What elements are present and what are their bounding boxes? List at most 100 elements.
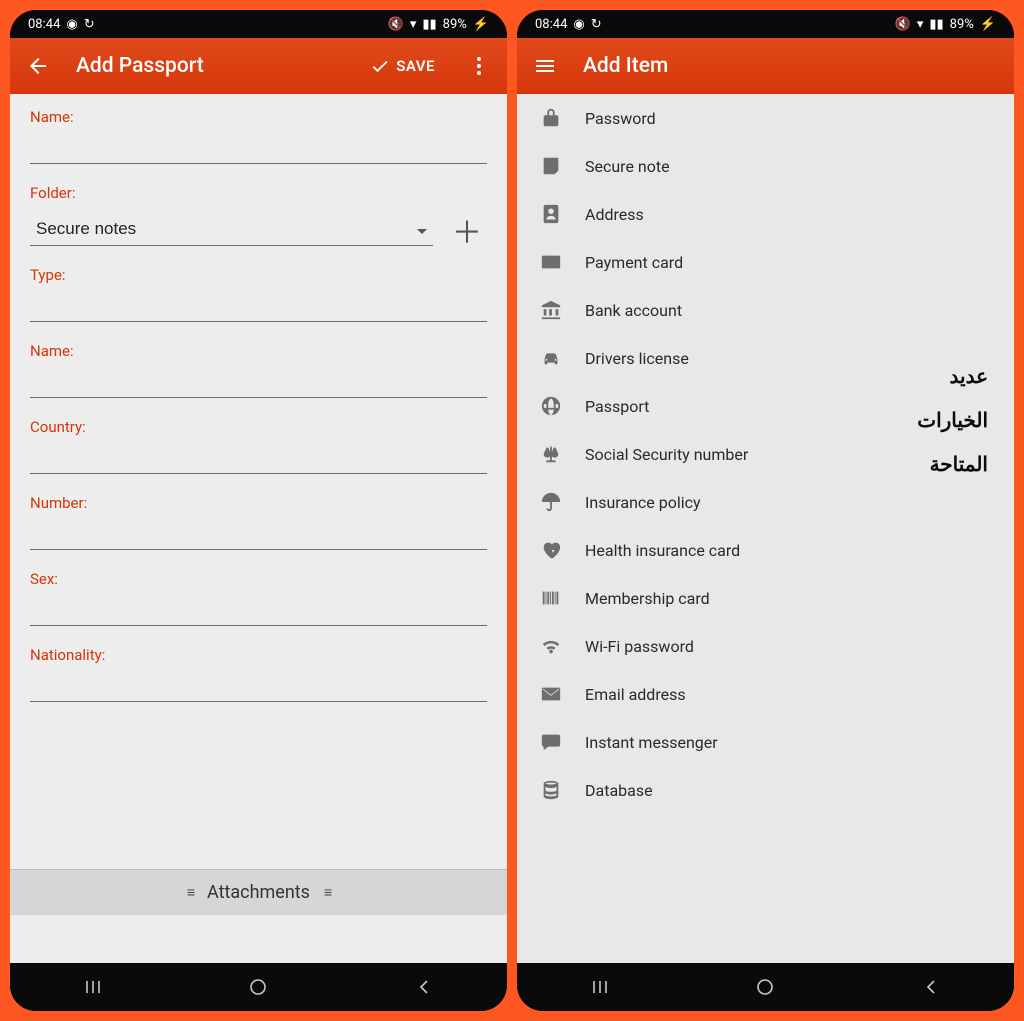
heartbeat-icon — [539, 538, 563, 562]
item-label: Email address — [585, 685, 686, 704]
country-label: Country: — [30, 418, 487, 436]
item-health-insurance-card[interactable]: Health insurance card — [517, 526, 1014, 574]
number-label: Number: — [30, 494, 487, 512]
name-input[interactable] — [30, 130, 487, 164]
note-icon — [539, 154, 563, 178]
scale-icon — [539, 442, 563, 466]
nav-back-button[interactable] — [901, 969, 961, 1005]
page-title: Add Item — [583, 54, 1006, 78]
folder-select[interactable] — [30, 212, 433, 246]
status-icon-wifi: ▾ — [410, 17, 417, 32]
bank-icon — [539, 298, 563, 322]
umbrella-icon — [539, 490, 563, 514]
type-input[interactable] — [30, 288, 487, 322]
nationality-label: Nationality: — [30, 646, 487, 664]
nav-back-button[interactable] — [394, 969, 454, 1005]
lock-icon — [539, 106, 563, 130]
status-time: 08:44 — [28, 17, 60, 32]
chat-icon — [539, 730, 563, 754]
attachments-label: Attachments — [207, 882, 310, 903]
item-label: Database — [585, 781, 653, 800]
item-label: Passport — [585, 397, 649, 416]
lines-icon: ≡ — [187, 884, 193, 901]
sex-input[interactable] — [30, 592, 487, 626]
item-label: Insurance policy — [585, 493, 701, 512]
item-payment-card[interactable]: Payment card — [517, 238, 1014, 286]
item-label: Bank account — [585, 301, 682, 320]
page-title: Add Passport — [76, 54, 346, 78]
phone-right: 08:44 ◉ ↻ 🔇 ▾ ▮▮ 89% ⚡ Add Item Password… — [517, 10, 1014, 1011]
status-time: 08:44 — [535, 17, 567, 32]
item-instant-messenger[interactable]: Instant messenger — [517, 718, 1014, 766]
nav-recent-button[interactable] — [63, 969, 123, 1005]
status-icon-mute: 🔇 — [895, 17, 911, 32]
status-icon-signal: ▮▮ — [422, 17, 436, 32]
status-battery: 89% — [950, 17, 974, 32]
item-wi-fi-password[interactable]: Wi-Fi password — [517, 622, 1014, 670]
status-icon-signal: ▮▮ — [929, 17, 943, 32]
type-label: Type: — [30, 266, 487, 284]
app-bar: Add Item — [517, 38, 1014, 94]
item-label: Instant messenger — [585, 733, 718, 752]
status-battery: 89% — [443, 17, 467, 32]
wifi-icon — [539, 634, 563, 658]
status-bar: 08:44 ◉ ↻ 🔇 ▾ ▮▮ 89% ⚡ — [517, 10, 1014, 38]
sex-label: Sex: — [30, 570, 487, 588]
save-button[interactable]: SAVE — [360, 56, 445, 76]
item-label: Secure note — [585, 157, 670, 176]
item-label: Membership card — [585, 589, 710, 608]
status-icon-charging: ⚡ — [980, 17, 996, 32]
folder-label: Folder: — [30, 184, 487, 202]
number-input[interactable] — [30, 516, 487, 550]
nationality-input[interactable] — [30, 668, 487, 702]
status-icon-sync: ↻ — [84, 17, 95, 32]
item-label: Address — [585, 205, 644, 224]
car-icon — [539, 346, 563, 370]
address-book-icon — [539, 202, 563, 226]
folder-value[interactable] — [30, 212, 433, 246]
envelope-icon — [539, 682, 563, 706]
item-bank-account[interactable]: Bank account — [517, 286, 1014, 334]
status-icon-rec: ◉ — [573, 17, 584, 32]
country-input[interactable] — [30, 440, 487, 474]
phone-left: 08:44 ◉ ↻ 🔇 ▾ ▮▮ 89% ⚡ Add Passport SAVE… — [10, 10, 507, 1011]
credit-card-icon — [539, 250, 563, 274]
item-label: Social Security number — [585, 445, 748, 464]
item-password[interactable]: Password — [517, 94, 1014, 142]
name-label: Name: — [30, 108, 487, 126]
add-folder-button[interactable]: ＋ — [447, 210, 487, 250]
status-icon-charging: ⚡ — [473, 17, 489, 32]
name2-input[interactable] — [30, 364, 487, 398]
form-content: Name: Folder: ＋ Type: Name: — [10, 94, 507, 963]
status-icon-rec: ◉ — [66, 17, 77, 32]
status-icon-sync: ↻ — [591, 17, 602, 32]
lines-icon: ≡ — [324, 884, 330, 901]
database-icon — [539, 778, 563, 802]
item-membership-card[interactable]: Membership card — [517, 574, 1014, 622]
globe-icon — [539, 394, 563, 418]
barcode-icon — [539, 586, 563, 610]
nav-recent-button[interactable] — [570, 969, 630, 1005]
save-label: SAVE — [396, 57, 435, 75]
annotation-text: عديدالخياراتالمتاحة — [917, 354, 988, 486]
hamburger-menu-button[interactable] — [525, 46, 565, 86]
name2-label: Name: — [30, 342, 487, 360]
item-secure-note[interactable]: Secure note — [517, 142, 1014, 190]
item-address[interactable]: Address — [517, 190, 1014, 238]
item-label: Wi-Fi password — [585, 637, 694, 656]
nav-bar — [10, 963, 507, 1011]
overflow-menu-button[interactable] — [459, 46, 499, 86]
status-icon-mute: 🔇 — [388, 17, 404, 32]
app-bar: Add Passport SAVE — [10, 38, 507, 94]
item-database[interactable]: Database — [517, 766, 1014, 814]
status-bar: 08:44 ◉ ↻ 🔇 ▾ ▮▮ 89% ⚡ — [10, 10, 507, 38]
back-button[interactable] — [18, 46, 58, 86]
item-label: Payment card — [585, 253, 683, 272]
nav-bar — [517, 963, 1014, 1011]
nav-home-button[interactable] — [735, 969, 795, 1005]
attachments-button[interactable]: ≡ Attachments ≡ — [10, 869, 507, 915]
item-list-content: Password Secure note Address Payment card Ba… — [517, 94, 1014, 963]
nav-home-button[interactable] — [228, 969, 288, 1005]
item-email-address[interactable]: Email address — [517, 670, 1014, 718]
chevron-down-icon — [417, 229, 427, 234]
